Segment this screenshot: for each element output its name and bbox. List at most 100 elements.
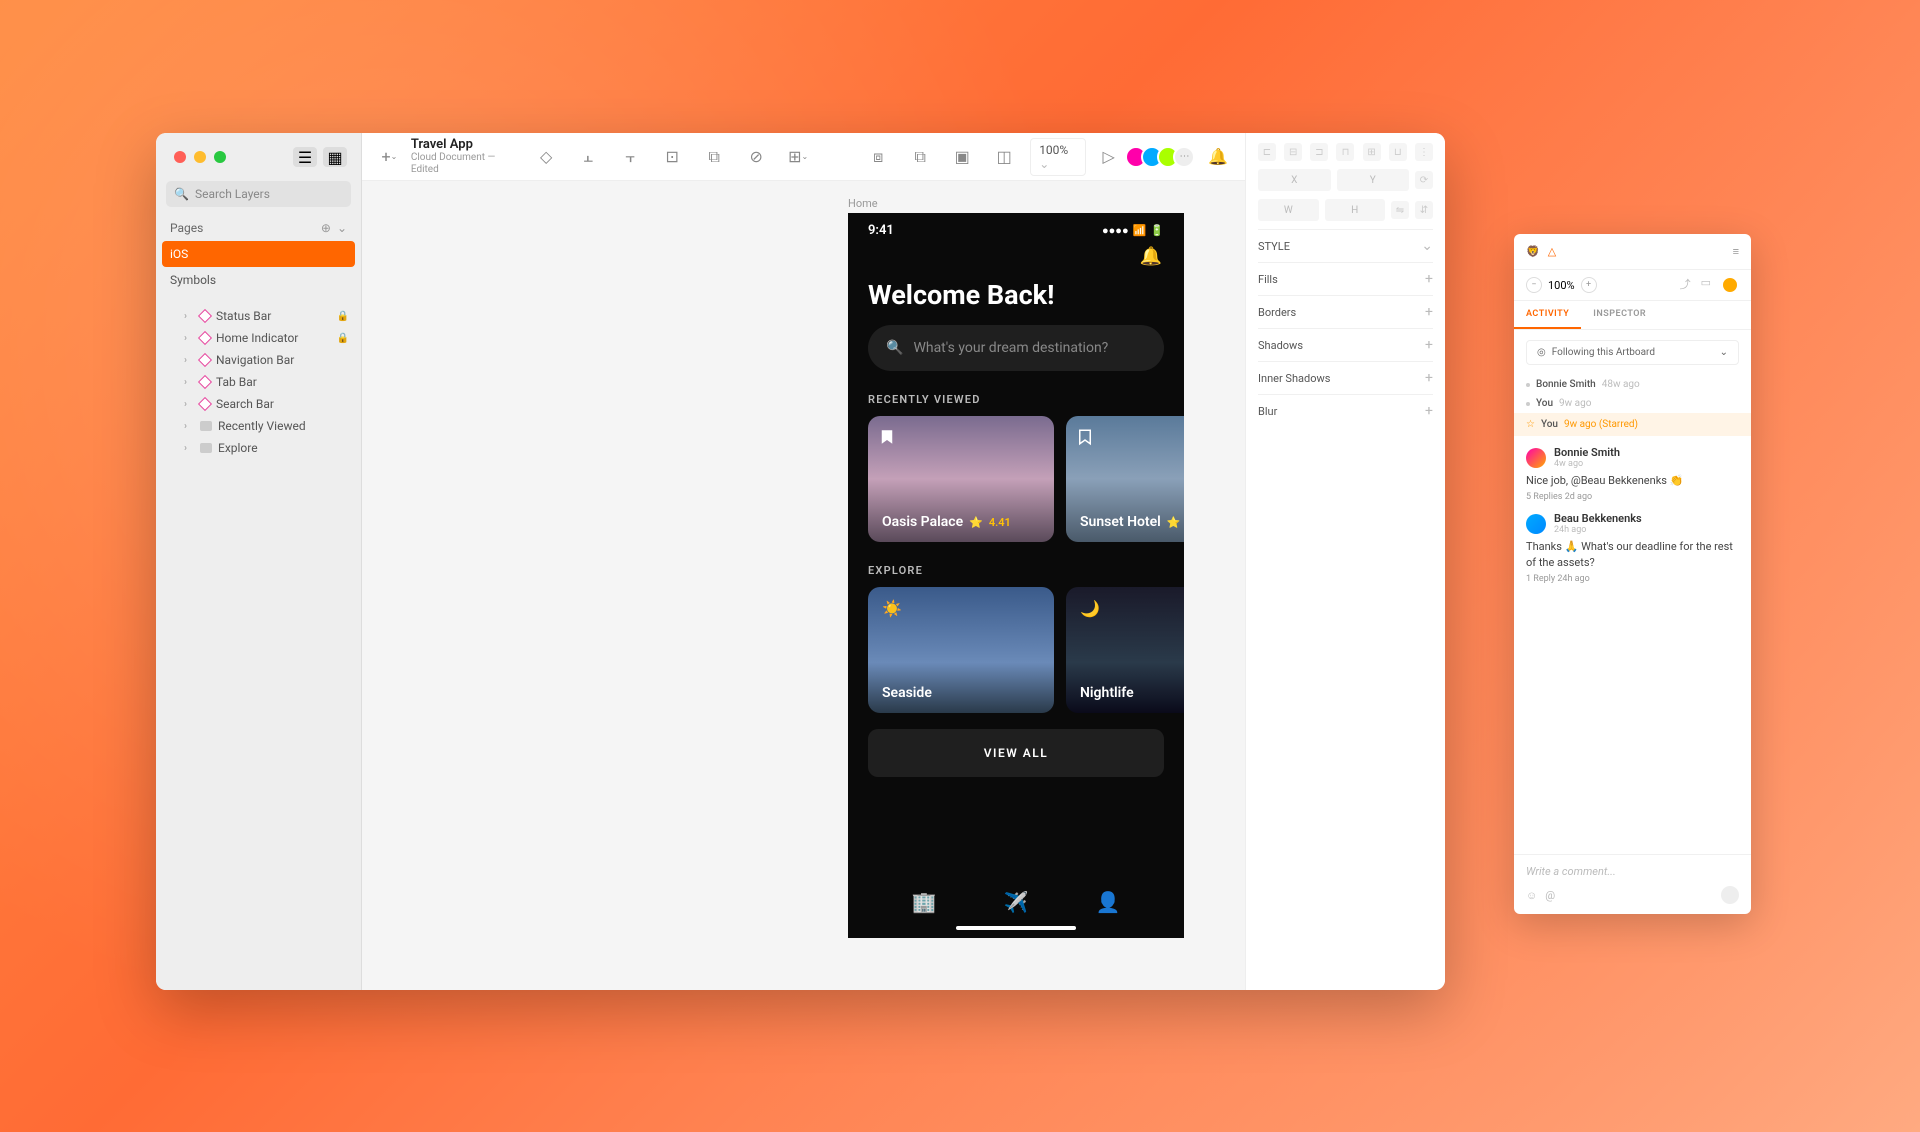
following-selector[interactable]: ◎ Following this Artboard ⌄ (1526, 340, 1739, 365)
add-shadow-button[interactable]: + (1425, 337, 1433, 353)
send-button[interactable] (1721, 886, 1739, 904)
mention-icon[interactable]: @ (1545, 889, 1555, 902)
comment-time: 24h ago (1554, 525, 1642, 535)
menu-icon[interactable]: ≡ (1733, 245, 1739, 258)
tool-mask[interactable]: ⊘ (744, 145, 768, 169)
rotate-icon[interactable]: ⟳ (1415, 171, 1433, 189)
artboard-home[interactable]: 9:41 ●●●● 📶 🔋 🔔 Welcome Back! 🔍 What's y… (848, 213, 1184, 938)
emoji-icon[interactable]: ☺ (1526, 889, 1537, 902)
add-fill-button[interactable]: + (1425, 271, 1433, 287)
align-center-h-icon[interactable]: ⊟ (1284, 143, 1302, 161)
style-header[interactable]: STYLE ⌄ (1258, 229, 1433, 262)
layer-recently-viewed[interactable]: › Recently Viewed (156, 415, 361, 437)
brave-logo-icon: 🦁 (1526, 245, 1540, 258)
insert-button[interactable]: +⌄ (378, 145, 401, 169)
user-avatar[interactable] (1721, 276, 1739, 294)
comment[interactable]: Beau Bekkenenks 24h ago Thanks 🙏 What's … (1526, 512, 1739, 584)
notifications-button[interactable]: 🔔 (1207, 145, 1229, 169)
comment-replies[interactable]: 1 Reply 24h ago (1526, 574, 1739, 584)
comment-replies[interactable]: 5 Replies 2d ago (1526, 492, 1739, 502)
tab-inspector[interactable]: INSPECTOR (1581, 301, 1658, 329)
collaborator-avatars[interactable]: ⋯ (1131, 146, 1195, 168)
zoom-out-button[interactable]: − (1526, 277, 1542, 293)
layer-search-bar[interactable]: › Search Bar (156, 393, 361, 415)
chevron-down-icon: ⌄ (1720, 347, 1728, 358)
tab-activity[interactable]: ACTIVITY (1514, 301, 1581, 329)
align-left-icon[interactable]: ⊏ (1258, 143, 1276, 161)
zoom-in-button[interactable]: + (1581, 277, 1597, 293)
search-layers-input[interactable]: 🔍 Search Layers (166, 181, 351, 207)
tool-align-top[interactable]: ⫟ (618, 145, 642, 169)
w-field[interactable]: W (1258, 199, 1319, 221)
align-bottom-icon[interactable]: ⊔ (1389, 143, 1407, 161)
artboard-label[interactable]: Home (848, 197, 878, 210)
flip-v-icon[interactable]: ⇵ (1415, 201, 1433, 219)
tool-union[interactable]: ⧈ (866, 145, 890, 169)
flip-h-icon[interactable]: ⇋ (1391, 201, 1409, 219)
minimize-window-button[interactable] (194, 151, 206, 163)
list-view-button[interactable]: ☰ (293, 147, 317, 167)
canvas[interactable]: Home 9:41 ●●●● 📶 🔋 🔔 Welcome Back! 🔍 Wha… (362, 181, 1245, 990)
tool-intersect[interactable]: ▣ (950, 145, 974, 169)
grid-view-button[interactable]: ▦ (323, 147, 347, 167)
comment-input[interactable]: Write a comment... (1526, 865, 1739, 878)
layer-label: Navigation Bar (216, 353, 294, 367)
pages-chevron-icon[interactable]: ⌄ (337, 221, 347, 235)
play-preview-button[interactable]: ▷ (1098, 145, 1120, 169)
close-window-button[interactable] (174, 151, 186, 163)
blur-section[interactable]: Blur + (1258, 394, 1433, 427)
inner-shadows-section[interactable]: Inner Shadows + (1258, 361, 1433, 394)
add-border-button[interactable]: + (1425, 304, 1433, 320)
avatar (1526, 448, 1546, 468)
layer-explore[interactable]: › Explore (156, 437, 361, 459)
activity-item-starred[interactable]: ☆ You 9w ago (Starred) (1514, 413, 1751, 436)
page-ios[interactable]: iOS (162, 241, 355, 267)
avatar-more[interactable]: ⋯ (1173, 146, 1195, 168)
tool-resize[interactable]: ⊞⌄ (786, 145, 810, 169)
layer-home-indicator[interactable]: › Home Indicator 🔒 (156, 327, 361, 349)
tool-align-bottom[interactable]: ⫠ (576, 145, 600, 169)
maximize-window-button[interactable] (214, 151, 226, 163)
layer-navigation-bar[interactable]: › Navigation Bar (156, 349, 361, 371)
fills-section[interactable]: Fills + (1258, 262, 1433, 295)
following-label: Following this Artboard (1552, 347, 1655, 358)
bookmark-icon (878, 426, 896, 448)
panel-header: 🦁 △ ≡ (1514, 234, 1751, 270)
tool-frame[interactable]: ⊡ (660, 145, 684, 169)
zoom-control[interactable]: 100% ⌄ (1030, 138, 1086, 176)
chevron-right-icon: › (184, 355, 194, 366)
tool-shape[interactable]: ◇ (534, 145, 558, 169)
borders-section[interactable]: Borders + (1258, 295, 1433, 328)
align-right-icon[interactable]: ⊐ (1310, 143, 1328, 161)
distribute-icon[interactable]: ⋮ (1415, 143, 1433, 161)
activity-item[interactable]: You 9w ago (1526, 394, 1739, 413)
pages-label: Pages (170, 221, 203, 235)
layers-sidebar: ☰ ▦ 🔍 Search Layers Pages ⊕ ⌄ iOS Symbol… (156, 133, 362, 990)
align-top-icon[interactable]: ⊓ (1336, 143, 1354, 161)
add-inner-shadow-button[interactable]: + (1425, 370, 1433, 386)
y-field[interactable]: Y (1337, 169, 1410, 191)
add-blur-button[interactable]: + (1425, 403, 1433, 419)
star-icon: ⭐ (1167, 516, 1181, 529)
activity-item[interactable]: Bonnie Smith 48w ago (1526, 375, 1739, 394)
tool-difference[interactable]: ◫ (992, 145, 1016, 169)
style-label: STYLE (1258, 240, 1290, 253)
comments-panel: 🦁 △ ≡ − 100% + ⤴ ▭ ACTIVITY INSPECTOR ◎ … (1514, 234, 1751, 914)
zoom-value: 100% (1548, 279, 1575, 292)
bookmark-icon (1076, 426, 1094, 448)
chevron-right-icon: › (184, 311, 194, 322)
home-indicator-bar (956, 926, 1076, 930)
layer-tab-bar[interactable]: › Tab Bar (156, 371, 361, 393)
align-center-v-icon[interactable]: ⊞ (1363, 143, 1381, 161)
tool-crop[interactable]: ⧉ (702, 145, 726, 169)
x-field[interactable]: X (1258, 169, 1331, 191)
page-symbols[interactable]: Symbols (156, 267, 361, 293)
layer-status-bar[interactable]: › Status Bar 🔒 (156, 305, 361, 327)
add-page-button[interactable]: ⊕ (321, 221, 331, 235)
layout-icon[interactable]: ▭ (1701, 276, 1711, 294)
tool-subtract[interactable]: ⧉ (908, 145, 932, 169)
comment[interactable]: Bonnie Smith 4w ago Nice job, @Beau Bekk… (1526, 446, 1739, 502)
open-external-icon[interactable]: ⤴ (1680, 276, 1691, 294)
h-field[interactable]: H (1325, 199, 1386, 221)
shadows-section[interactable]: Shadows + (1258, 328, 1433, 361)
